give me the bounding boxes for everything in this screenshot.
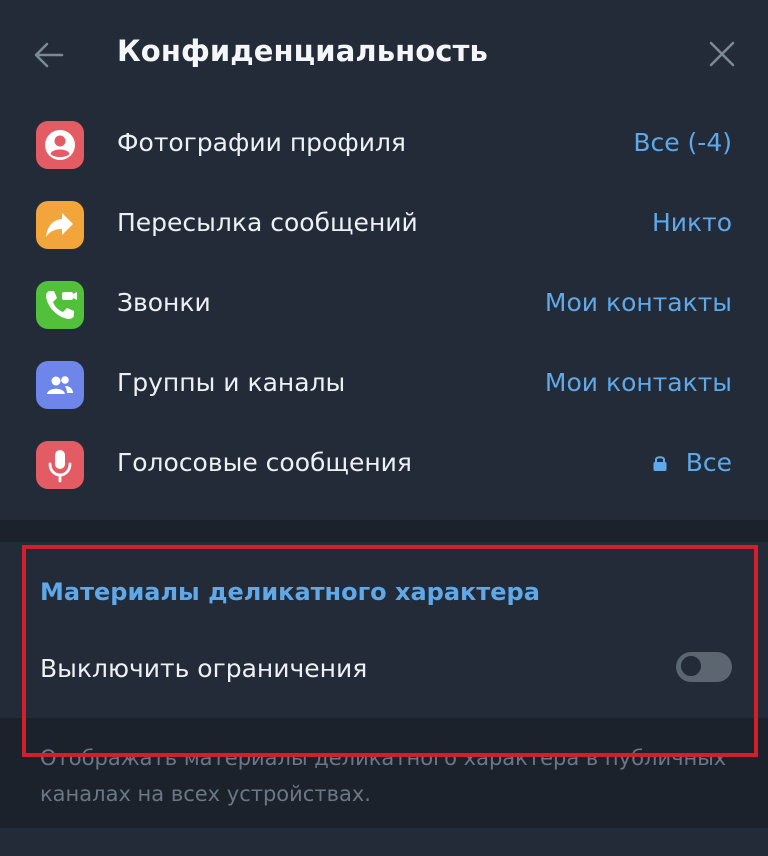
profile-icon bbox=[36, 121, 84, 169]
section-note: Отображать материалы деликатного характе… bbox=[40, 746, 727, 806]
setting-label: Фотографии профиля bbox=[117, 128, 406, 157]
phone-icon bbox=[36, 281, 84, 329]
setting-row-forwarding[interactable]: Пересылка сообщений Никто bbox=[0, 185, 768, 265]
close-icon bbox=[709, 41, 735, 67]
sensitive-content-section: Материалы деликатного характера Выключит… bbox=[0, 542, 768, 718]
setting-label: Группы и каналы bbox=[117, 368, 346, 397]
disable-restrictions-row[interactable]: Выключить ограничения bbox=[0, 630, 768, 706]
setting-label: Пересылка сообщений bbox=[117, 208, 418, 237]
setting-row-groups[interactable]: Группы и каналы Мои контакты bbox=[0, 345, 768, 425]
microphone-icon bbox=[36, 441, 84, 489]
section-footer: Отображать материалы деликатного характе… bbox=[0, 718, 768, 828]
setting-value: Мои контакты bbox=[544, 368, 732, 397]
setting-value: Все bbox=[685, 448, 732, 477]
close-button[interactable] bbox=[708, 40, 736, 68]
arrow-left-icon bbox=[34, 42, 64, 68]
setting-value: Никто bbox=[651, 208, 732, 237]
setting-value: Все (-4) bbox=[633, 128, 732, 157]
privacy-settings-window: Конфиденциальность Фотографии профиля Вс… bbox=[0, 0, 768, 856]
toggle-knob bbox=[678, 653, 704, 679]
setting-row-calls[interactable]: Звонки Мои контакты bbox=[0, 265, 768, 345]
lock-icon bbox=[653, 456, 667, 471]
setting-value: Мои контакты bbox=[544, 288, 732, 317]
section-divider bbox=[0, 520, 768, 542]
group-icon bbox=[36, 361, 84, 409]
setting-label: Звонки bbox=[117, 288, 211, 317]
header-bar: Конфиденциальность bbox=[0, 0, 768, 110]
page-title: Конфиденциальность bbox=[117, 34, 488, 68]
back-button[interactable] bbox=[32, 38, 66, 72]
bottom-strip bbox=[0, 828, 768, 856]
toggle-label: Выключить ограничения bbox=[40, 654, 368, 683]
setting-label: Голосовые сообщения bbox=[117, 448, 412, 477]
forward-icon bbox=[36, 201, 84, 249]
disable-restrictions-toggle[interactable] bbox=[676, 652, 732, 682]
setting-value-locked: Все bbox=[652, 448, 732, 477]
setting-row-voice-messages[interactable]: Голосовые сообщения Все bbox=[0, 425, 768, 505]
setting-row-profile-photos[interactable]: Фотографии профиля Все (-4) bbox=[0, 105, 768, 185]
section-header: Материалы деликатного характера bbox=[40, 578, 540, 606]
